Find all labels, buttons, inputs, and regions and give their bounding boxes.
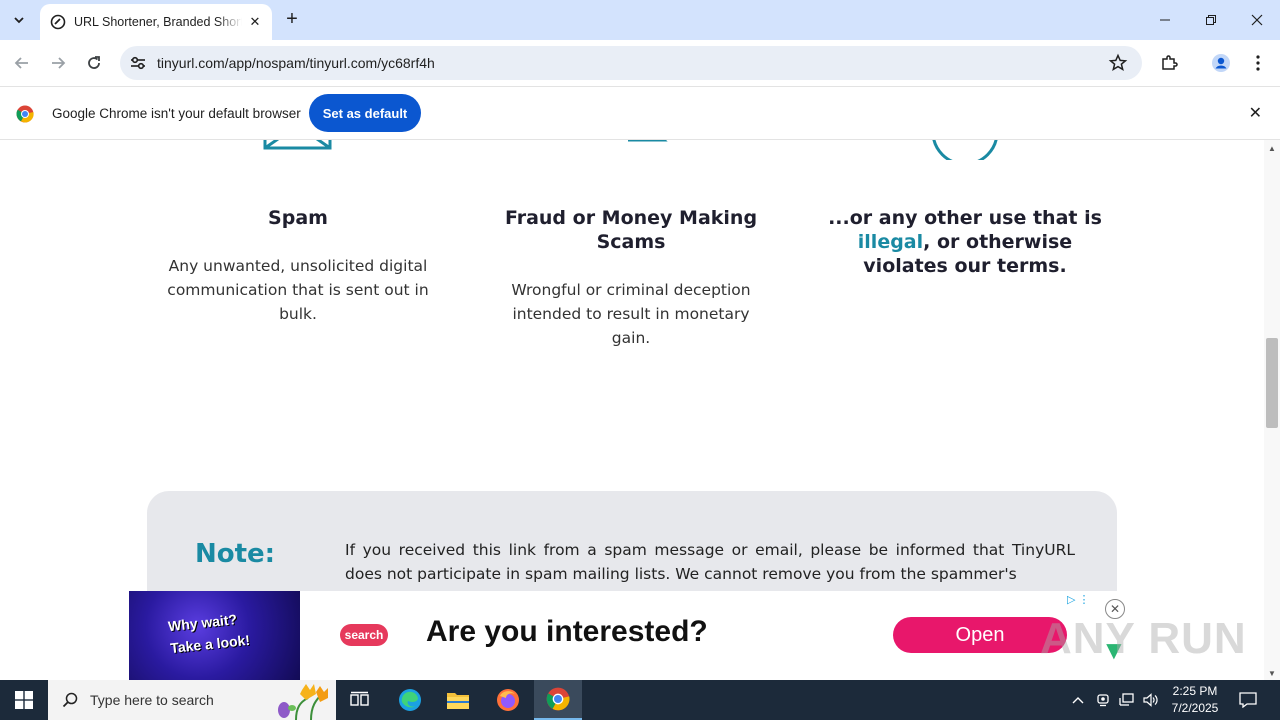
- webcam-icon: [1097, 694, 1109, 707]
- kebab-menu-icon: [1256, 55, 1260, 71]
- note-label: Note:: [195, 539, 276, 569]
- close-icon: [1251, 14, 1263, 26]
- other-use-column: ...or any other use that is illegal, or …: [815, 140, 1115, 278]
- scroll-up-arrow-icon[interactable]: ▲: [1268, 144, 1276, 153]
- network-button[interactable]: [1116, 680, 1138, 720]
- chrome-logo-icon: [16, 105, 34, 123]
- notifications-button[interactable]: [1234, 680, 1262, 720]
- edge-taskbar-button[interactable]: [386, 680, 434, 720]
- task-view-icon: [350, 691, 369, 706]
- search-highlight-flowers-icon: [278, 684, 328, 720]
- clock-time: 2:25 PM: [1172, 684, 1218, 698]
- anyrun-watermark: ANY RUN: [1040, 614, 1247, 663]
- taskbar-clock[interactable]: 2:25 PM 7/2/2025: [1162, 683, 1228, 717]
- puzzle-icon: [1162, 55, 1178, 70]
- new-tab-button[interactable]: +: [282, 8, 302, 32]
- firefox-icon: [497, 689, 519, 711]
- illegal-link[interactable]: illegal: [858, 231, 923, 253]
- arrow-left-icon: [14, 57, 28, 69]
- set-as-default-button[interactable]: Set as default: [309, 94, 421, 132]
- browser-toolbar: tinyurl.com/app/nospam/tinyurl.com/yc68r…: [0, 40, 1280, 86]
- tinyurl-favicon-icon: [50, 14, 66, 30]
- chrome-icon: [546, 687, 570, 711]
- page-scrollbar[interactable]: ▲ ▼: [1264, 140, 1280, 680]
- spam-description: Any unwanted, unsolicited digital commun…: [167, 257, 429, 323]
- scroll-down-arrow-icon[interactable]: ▼: [1268, 669, 1276, 678]
- restore-icon: [1206, 15, 1216, 25]
- fraud-column: Fraud or Money Making Scams Wrongful or …: [481, 140, 781, 350]
- chevron-up-icon: [1072, 697, 1084, 704]
- taskbar-search-box[interactable]: Type here to search: [48, 680, 336, 720]
- adchoices-icon[interactable]: ▷ ⋮: [1067, 593, 1090, 606]
- windows-logo-icon: [15, 691, 33, 709]
- address-bar[interactable]: tinyurl.com/app/nospam/tinyurl.com/yc68r…: [120, 46, 1142, 80]
- ad-banner[interactable]: Why wait? Take a look! search Are you int…: [129, 591, 1137, 680]
- ad-image[interactable]: Why wait? Take a look!: [129, 591, 300, 680]
- forward-button[interactable]: [45, 50, 71, 76]
- site-info-icon[interactable]: [128, 53, 148, 73]
- folder-icon: [447, 693, 469, 709]
- minimize-icon: [1160, 19, 1170, 21]
- profile-button[interactable]: [1208, 50, 1234, 76]
- other-use-heading-prefix: ...or any other use that is: [828, 207, 1102, 229]
- search-icon: [62, 692, 78, 708]
- bookmark-star-icon[interactable]: [1108, 53, 1128, 73]
- default-browser-infobar: Google Chrome isn't your default browser…: [0, 86, 1280, 140]
- infobar-message: Google Chrome isn't your default browser: [52, 106, 301, 121]
- chevron-down-icon: [14, 17, 24, 24]
- windows-taskbar: Type here to search 2:25 PM 7/2/2025: [0, 680, 1280, 720]
- scrollbar-thumb[interactable]: [1266, 338, 1278, 428]
- restore-button[interactable]: [1188, 0, 1234, 40]
- edge-icon: [399, 689, 421, 711]
- infobar-close-icon[interactable]: ✕: [1249, 103, 1262, 123]
- other-use-heading: ...or any other use that is illegal, or …: [815, 206, 1115, 278]
- file-explorer-taskbar-button[interactable]: [434, 680, 482, 720]
- minimize-button[interactable]: [1142, 0, 1188, 40]
- fraud-description: Wrongful or criminal deception intended …: [511, 281, 751, 347]
- reload-button[interactable]: [81, 50, 107, 76]
- show-hidden-icons-button[interactable]: [1068, 680, 1088, 720]
- meet-now-button[interactable]: [1093, 680, 1113, 720]
- spam-column: Spam Any unwanted, unsolicited digital c…: [148, 140, 448, 326]
- tab-title: URL Shortener, Branded Short Links & Ana…: [74, 15, 242, 29]
- url-text: tinyurl.com/app/nospam/tinyurl.com/yc68r…: [157, 55, 435, 71]
- menu-button[interactable]: [1245, 50, 1271, 76]
- ad-brand-logo: search: [340, 624, 388, 646]
- spam-heading: Spam: [268, 207, 328, 229]
- task-view-button[interactable]: [336, 680, 384, 720]
- avatar-icon: [1212, 54, 1230, 72]
- ad-image-text: Why wait? Take a look!: [167, 607, 251, 659]
- back-button[interactable]: [9, 50, 35, 76]
- firefox-taskbar-button[interactable]: [484, 680, 532, 720]
- arrow-right-icon: [52, 57, 66, 69]
- note-text: If you received this link from a spam me…: [345, 541, 1075, 583]
- start-button[interactable]: [0, 680, 48, 720]
- fraud-heading: Fraud or Money Making Scams: [504, 207, 758, 253]
- notification-icon: [1239, 692, 1257, 708]
- ad-headline[interactable]: Are you interested?: [426, 615, 708, 649]
- tab-search-button[interactable]: [6, 8, 32, 32]
- extensions-button[interactable]: [1156, 50, 1182, 76]
- speaker-icon: [1143, 693, 1158, 707]
- tab-close-icon[interactable]: ✕: [246, 13, 264, 31]
- taskbar-search-placeholder: Type here to search: [90, 692, 214, 708]
- reload-icon: [88, 56, 100, 69]
- chrome-taskbar-button[interactable]: [534, 680, 582, 720]
- close-window-button[interactable]: [1234, 0, 1280, 40]
- network-icon: [1119, 693, 1134, 706]
- clock-date: 7/2/2025: [1171, 701, 1219, 715]
- volume-button[interactable]: [1140, 680, 1162, 720]
- active-tab[interactable]: URL Shortener, Branded Short Links & Ana…: [40, 4, 272, 40]
- tab-strip: URL Shortener, Branded Short Links & Ana…: [0, 0, 1280, 40]
